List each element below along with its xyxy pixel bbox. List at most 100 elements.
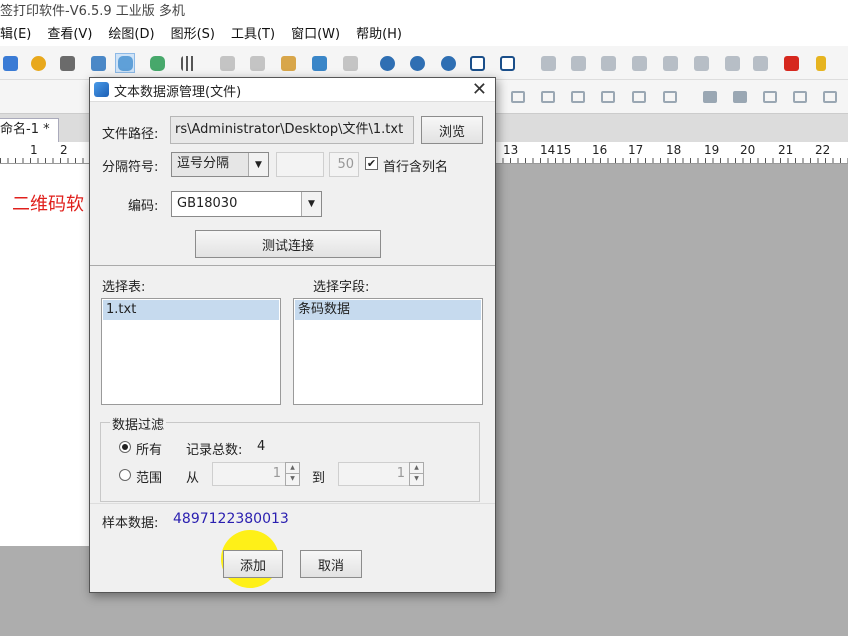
ruler-number: 17 [628,143,644,157]
fit-page-icon[interactable] [467,53,487,73]
undo-icon[interactable] [309,53,329,73]
distribute-v-icon[interactable] [660,87,680,107]
ruler-number: 1 [30,143,38,157]
encoding-value: GB18030 [177,196,238,211]
record-count-label: 记录总数: [186,443,243,458]
same-size-icon[interactable] [760,87,780,107]
same-height-icon[interactable] [730,87,750,107]
menu-draw[interactable]: 绘图(D) [100,24,162,46]
text-datasource-dialog: 文本数据源管理(文件) ✕ 文件路径: rs\Administrator\Des… [89,77,496,593]
to-field[interactable]: 1 [338,462,410,486]
menu-tools[interactable]: 工具(T) [223,24,283,46]
cut-icon[interactable] [217,53,237,73]
close-icon[interactable]: ✕ [472,79,487,100]
grid-icon[interactable] [178,53,198,73]
ruler-number: 22 [815,143,831,157]
table-listbox[interactable]: 1.txt [101,298,281,405]
paste-icon[interactable] [278,53,298,73]
add-button[interactable]: 添加 [223,550,283,578]
separator-number-field[interactable]: 50 [329,152,359,177]
send-back-icon[interactable] [691,53,711,73]
from-stepper[interactable]: ▲ ▼ [285,462,300,486]
test-connection-button[interactable]: 测试连接 [195,230,381,258]
select-field-label: 选择字段: [313,280,370,295]
same-width-icon[interactable] [700,87,720,107]
print-preview-icon[interactable] [88,53,108,73]
center-v-icon[interactable] [820,87,840,107]
first-row-checkbox[interactable]: ✔ [365,157,378,170]
browse-button[interactable]: 浏览 [421,116,483,144]
dialog-title: 文本数据源管理(文件) [114,85,242,100]
record-count-value: 4 [257,439,266,454]
menu-bar: 辑(E) 查看(V) 绘图(D) 图形(S) 工具(T) 窗口(W) 帮助(H) [0,24,848,46]
bring-front-icon[interactable] [660,53,680,73]
device-icon[interactable] [811,53,831,73]
encoding-label: 编码: [128,199,159,214]
fit-width-icon[interactable] [497,53,517,73]
first-row-label: 首行含列名 [383,160,449,175]
database-settings-icon[interactable] [147,53,167,73]
cancel-button[interactable]: 取消 [300,550,362,578]
filter-all-label: 所有 [136,443,163,458]
file-path-field[interactable]: rs\Administrator\Desktop\文件\1.txt [170,116,414,144]
sample-data-label: 样本数据: [102,516,159,531]
section-divider [90,265,495,266]
to-stepper[interactable]: ▲ ▼ [409,462,424,486]
center-h-icon[interactable] [790,87,810,107]
sample-data-value: 4897122380013 [173,511,289,527]
menu-edit[interactable]: 辑(E) [0,24,39,46]
chevron-down-icon[interactable]: ▼ [248,153,268,176]
settings-icon[interactable] [28,53,48,73]
align-top-icon[interactable] [568,87,588,107]
from-field[interactable]: 1 [212,462,286,486]
distribute-h-icon[interactable] [629,87,649,107]
unlock-icon[interactable] [750,53,770,73]
filter-all-radio[interactable] [119,441,131,453]
menu-view[interactable]: 查看(V) [39,24,100,46]
dialog-titlebar: 文本数据源管理(文件) ✕ [90,78,495,102]
align-center-icon[interactable] [568,53,588,73]
redo-icon[interactable] [340,53,360,73]
custom-separator-field[interactable] [276,152,324,177]
menu-window[interactable]: 窗口(W) [283,24,348,46]
ruler-number: 13 [503,143,519,157]
ruler-number: 18 [666,143,682,157]
canvas-text-object[interactable]: 二维码软 [12,190,84,216]
field-listbox[interactable]: 条码数据 [293,298,483,405]
document-tab[interactable]: 命名-1 * [0,118,59,142]
separator-select[interactable]: 逗号分隔 ▼ [171,152,269,177]
save-icon[interactable] [0,53,20,73]
encoding-select[interactable]: GB18030 ▼ [171,191,322,217]
data-filter-title: 数据过滤 [110,414,167,433]
align-left-icon[interactable] [508,87,528,107]
database-icon[interactable] [115,53,135,73]
align-icon[interactable] [538,53,558,73]
copy-icon[interactable] [247,53,267,73]
list-item[interactable]: 1.txt [103,300,279,320]
align-bottom-icon[interactable] [598,87,618,107]
datasource-icon [94,82,109,97]
zoom-in-icon[interactable] [377,53,397,73]
ungroup-icon[interactable] [629,53,649,73]
separator-value: 逗号分隔 [177,156,230,171]
print-icon[interactable] [57,53,77,73]
sample-divider [90,503,495,504]
main-toolbar [0,46,848,80]
menu-shape[interactable]: 图形(S) [163,24,223,46]
filter-range-label: 范围 [136,471,163,486]
ruler-number: 19 [704,143,720,157]
ruler-number: 2 [60,143,68,157]
ruler-number: 21 [778,143,794,157]
menu-help[interactable]: 帮助(H) [348,24,410,46]
zoom-out-icon[interactable] [407,53,427,73]
list-item[interactable]: 条码数据 [295,300,481,320]
lock-icon[interactable] [722,53,742,73]
zoom-actual-icon[interactable] [438,53,458,73]
chevron-down-icon[interactable]: ▼ [301,192,321,216]
pdf-icon[interactable] [781,53,801,73]
to-label: 到 [312,471,326,486]
group-icon[interactable] [598,53,618,73]
select-table-label: 选择表: [102,280,146,295]
filter-range-radio[interactable] [119,469,131,481]
align-right-icon[interactable] [538,87,558,107]
